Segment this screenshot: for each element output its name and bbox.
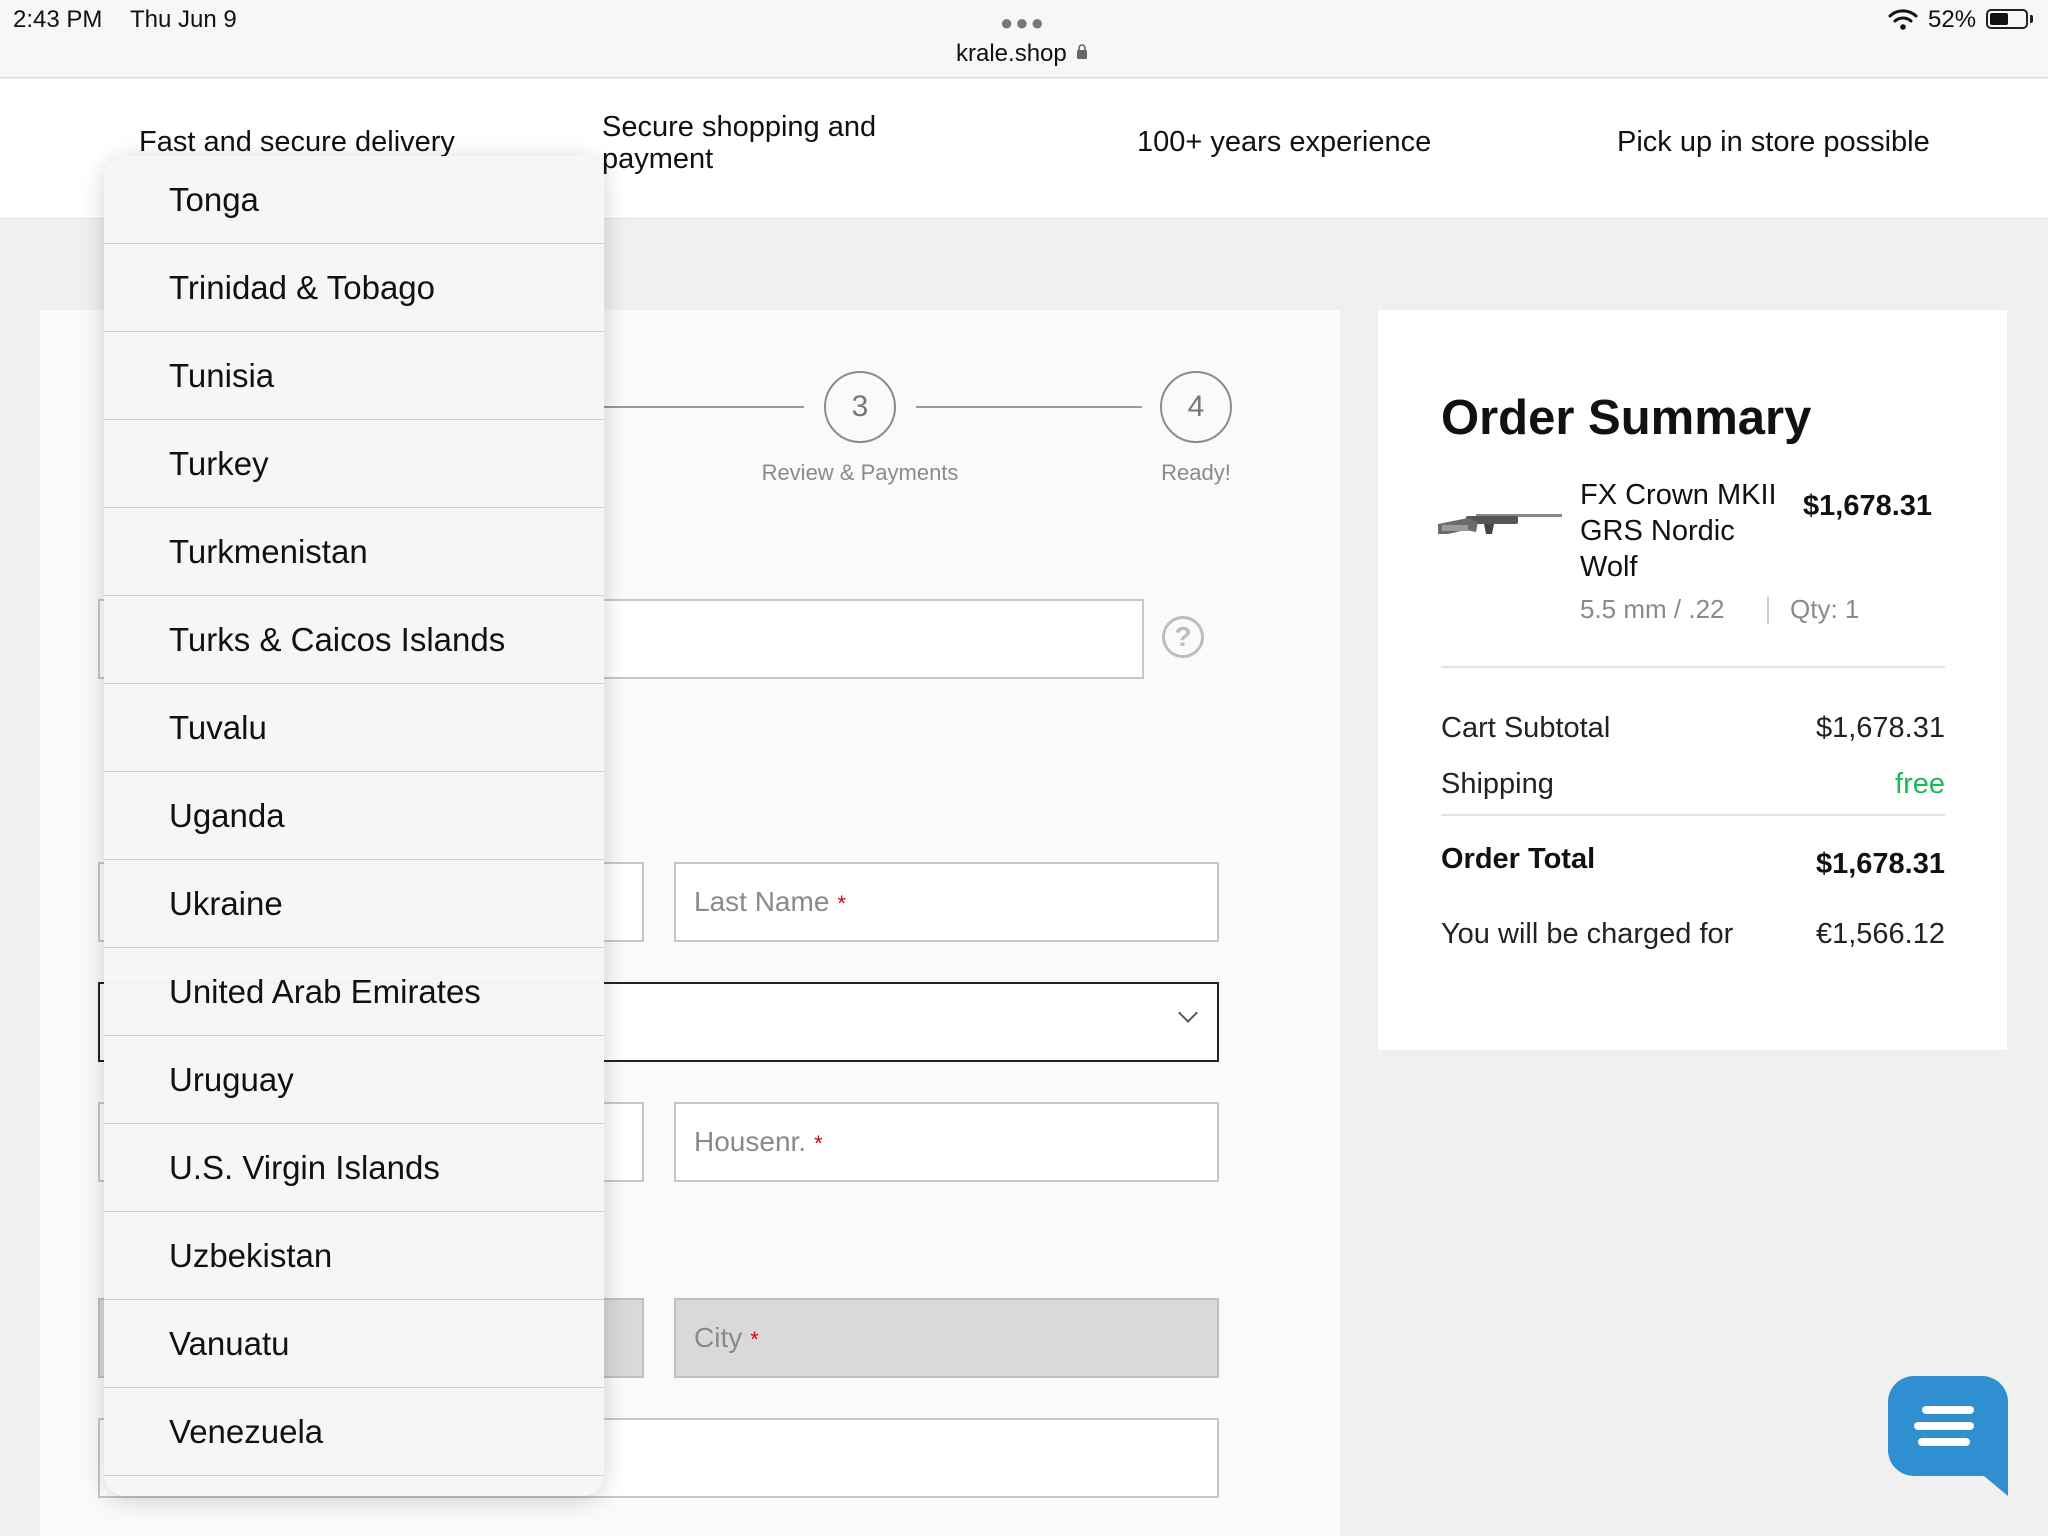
country-option-label: Turks & Caicos Islands [169,620,506,658]
product-price: $1,678.31 [1803,490,1933,522]
chevron-down-icon [1178,1003,1198,1023]
last-name-placeholder: Last Name * [694,886,846,917]
trust-item-secure-shopping: Secure shopping and payment [602,111,877,175]
country-option-label: Turkey [169,444,269,482]
country-option[interactable]: Uganda [104,772,604,860]
chat-icon[interactable] [1888,1376,2008,1496]
trust-item-delivery: Fast and secure delivery [139,126,455,158]
meta-divider [1767,596,1769,624]
summary-divider [1441,666,1945,668]
country-option-label: Turkmenistan [169,532,368,570]
country-option[interactable]: Uruguay [104,1036,604,1124]
status-time: 2:43 PM [13,6,103,33]
summary-divider [1441,814,1945,816]
country-option-label: Uganda [169,796,285,834]
battery-level-fill [1990,13,2008,25]
country-option-label: Trinidad & Tobago [169,268,436,306]
city-field[interactable]: City * [674,1298,1219,1378]
country-option-label: Venezuela [169,1412,324,1450]
housenr-field[interactable]: Housenr. * [674,1102,1219,1182]
status-bar: 2:43 PM Thu Jun 9 ●●● krale.shop 52% [0,0,2048,78]
country-option-label: U.S. Virgin Islands [169,1148,440,1186]
housenr-placeholder: Housenr. * [694,1126,823,1157]
country-option[interactable]: Ukraine [104,860,604,948]
more-dots-icon[interactable]: ●●● [1000,10,1046,36]
address-bar-url[interactable]: krale.shop [956,40,1067,68]
shipping-value: free [1895,768,1945,800]
battery-icon [1986,9,2028,29]
order-total-value: $1,678.31 [1815,848,1945,880]
country-option-label: Tuvalu [169,708,267,746]
product-thumbnail[interactable] [1438,508,1562,540]
last-name-field[interactable]: Last Name * [674,862,1219,942]
country-option[interactable]: Tunisia [104,332,604,420]
country-option-label: Vanuatu [169,1324,290,1362]
country-option[interactable]: Uzbekistan [104,1212,604,1300]
charged-amount-label: You will be charged for [1441,918,1734,950]
country-option-label: Uzbekistan [169,1236,333,1274]
country-option[interactable]: Venezuela [104,1388,604,1476]
shipping-label: Shipping [1441,768,1554,800]
country-option[interactable]: United Arab Emirates [104,948,604,1036]
product-qty: Qty: 1 [1790,594,1860,624]
order-summary-title: Order Summary [1441,391,1812,445]
battery-percent: 52% [1928,6,1977,33]
country-option[interactable]: Turks & Caicos Islands [104,596,604,684]
country-option[interactable]: Turkey [104,420,604,508]
trust-item-pickup: Pick up in store possible [1617,126,1930,158]
country-option-label: United Arab Emirates [169,972,481,1010]
wifi-icon [1888,9,1918,30]
help-icon[interactable]: ? [1162,616,1204,658]
status-date: Thu Jun 9 [130,6,237,33]
lock-icon [1077,44,1087,59]
trust-item-experience: 100+ years experience [1137,126,1432,158]
country-option[interactable]: Tonga [104,156,604,244]
product-caliber: 5.5 mm / .22 [1580,594,1725,624]
charged-amount-value: €1,566.12 [1815,918,1945,950]
city-placeholder: City * [694,1322,759,1353]
battery-cap [2030,15,2033,23]
country-option-label: Uruguay [169,1060,294,1098]
step-4-circle: 4 [1160,371,1232,443]
product-name[interactable]: FX Crown MKII GRS Nordic Wolf [1580,477,1790,585]
country-option[interactable]: Turkmenistan [104,508,604,596]
cart-subtotal-value: $1,678.31 [1815,712,1945,744]
country-option[interactable]: Tuvalu [104,684,604,772]
country-option-label: Tunisia [169,356,275,394]
country-option[interactable]: U.S. Virgin Islands [104,1124,604,1212]
country-option[interactable]: Vanuatu [104,1300,604,1388]
order-summary-panel: Order Summary FX Crown MKII GRS Nordic W… [1378,310,2007,1050]
country-dropdown-list[interactable]: Tonga Trinidad & Tobago Tunisia Turkey T… [104,156,604,1496]
step-3-circle: 3 [824,371,896,443]
country-option-label: Ukraine [169,884,283,922]
country-option[interactable]: Trinidad & Tobago [104,244,604,332]
step-3-label: Review & Payments [761,460,959,485]
order-total-label: Order Total [1441,843,1596,875]
step-4-label: Ready! [1161,460,1231,485]
country-option-label: Tonga [169,180,259,218]
cart-subtotal-label: Cart Subtotal [1441,712,1611,744]
step-connector [916,406,1142,408]
